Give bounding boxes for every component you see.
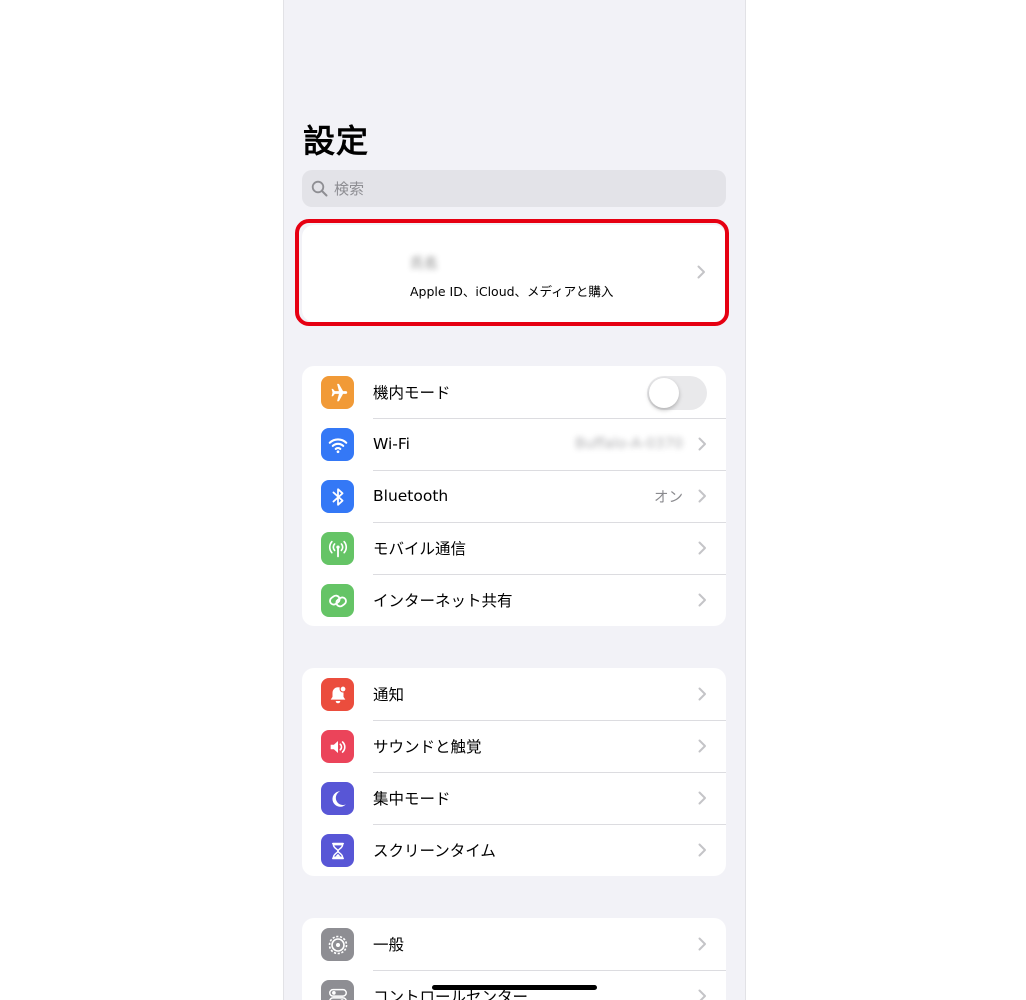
settings-row-screen-time[interactable]: スクリーンタイム xyxy=(302,824,726,876)
home-indicator[interactable] xyxy=(432,985,597,990)
settings-row-label: インターネット共有 xyxy=(373,592,513,610)
settings-row-label: 一般 xyxy=(373,936,405,954)
chevron-right-icon xyxy=(698,739,706,753)
chevron-right-icon xyxy=(698,593,706,607)
account-name: 氏名 xyxy=(410,256,438,272)
settings-row-airplane-mode[interactable]: 機内モード xyxy=(302,366,726,418)
chevron-right-icon xyxy=(698,989,706,1000)
account-subtitle: Apple ID、iCloud、メディアと購入 xyxy=(410,284,614,299)
chain-link-icon xyxy=(321,584,354,617)
chevron-right-icon xyxy=(698,791,706,805)
settings-row-personal-hotspot[interactable]: インターネット共有 xyxy=(302,574,726,626)
speaker-icon xyxy=(321,730,354,763)
settings-row-label: 機内モード xyxy=(373,384,451,402)
switches-icon xyxy=(321,980,354,1000)
wifi-icon xyxy=(321,428,354,461)
chevron-right-icon xyxy=(698,843,706,857)
chevron-right-icon xyxy=(697,265,705,279)
settings-row-general[interactable]: 一般 xyxy=(302,918,726,970)
toggle-knob xyxy=(649,378,679,408)
settings-row-label: スクリーンタイム xyxy=(373,842,496,860)
chevron-right-icon xyxy=(698,687,706,701)
settings-row-mobile-data[interactable]: モバイル通信 xyxy=(302,522,726,574)
bell-icon xyxy=(321,678,354,711)
settings-row-wifi[interactable]: Wi-Fi Buffalo-A-0370 xyxy=(302,418,726,470)
gear-icon xyxy=(321,928,354,961)
settings-row-focus[interactable]: 集中モード xyxy=(302,772,726,824)
apple-id-account-row[interactable]: 氏名 Apple ID、iCloud、メディアと購入 xyxy=(302,225,726,322)
wifi-network-name: Buffalo-A-0370 xyxy=(575,436,683,452)
connectivity-group: 機内モード Wi-Fi Buffalo-A-0370 Bluetooth オン … xyxy=(302,366,726,626)
settings-row-sounds-haptics[interactable]: サウンドと触覚 xyxy=(302,720,726,772)
settings-row-label: Wi-Fi xyxy=(373,435,410,453)
settings-row-notifications[interactable]: 通知 xyxy=(302,668,726,720)
page-title: 設定 xyxy=(303,122,370,160)
airplane-icon xyxy=(321,376,354,409)
chevron-right-icon xyxy=(698,437,706,451)
moon-icon xyxy=(321,782,354,815)
settings-row-label: 通知 xyxy=(373,686,405,704)
bluetooth-icon xyxy=(321,480,354,513)
settings-row-label: 集中モード xyxy=(373,790,451,808)
settings-row-label: Bluetooth xyxy=(373,487,449,505)
chevron-right-icon xyxy=(698,541,706,555)
hourglass-icon xyxy=(321,834,354,867)
chevron-right-icon xyxy=(698,489,706,503)
settings-screen: 設定 検索 氏名 Apple ID、iCloud、メディアと購入 機内モード W… xyxy=(283,0,746,1000)
settings-row-label: サウンドと触覚 xyxy=(373,738,482,756)
airplane-mode-toggle[interactable] xyxy=(647,376,707,410)
antenna-icon xyxy=(321,532,354,565)
chevron-right-icon xyxy=(698,937,706,951)
search-field[interactable]: 検索 xyxy=(302,170,726,207)
search-placeholder: 検索 xyxy=(334,180,365,198)
settings-row-bluetooth[interactable]: Bluetooth オン xyxy=(302,470,726,522)
settings-row-label: モバイル通信 xyxy=(373,540,467,558)
bluetooth-status: オン xyxy=(654,489,683,506)
search-icon xyxy=(311,180,329,198)
notifications-group: 通知 サウンドと触覚 集中モード スクリーンタイム xyxy=(302,668,726,876)
